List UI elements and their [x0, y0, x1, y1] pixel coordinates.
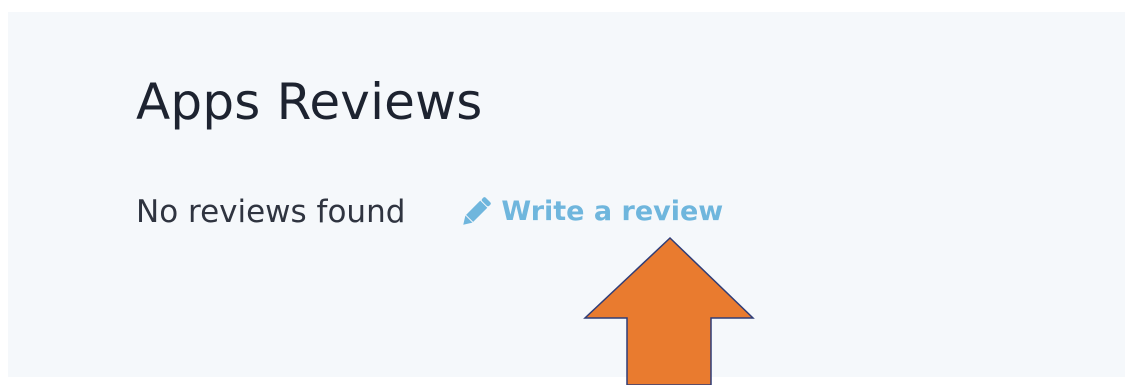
reviews-status-row: No reviews found Write a review — [136, 190, 723, 234]
page-title: Apps Reviews — [136, 73, 483, 131]
no-reviews-message: No reviews found — [136, 194, 406, 230]
reviews-panel: Apps Reviews No reviews found Write a re… — [8, 12, 1125, 377]
write-review-label: Write a review — [501, 196, 724, 227]
write-review-link[interactable]: Write a review — [457, 192, 723, 232]
pencil-icon — [457, 193, 495, 231]
screenshot-frame: Apps Reviews No reviews found Write a re… — [0, 0, 1127, 385]
